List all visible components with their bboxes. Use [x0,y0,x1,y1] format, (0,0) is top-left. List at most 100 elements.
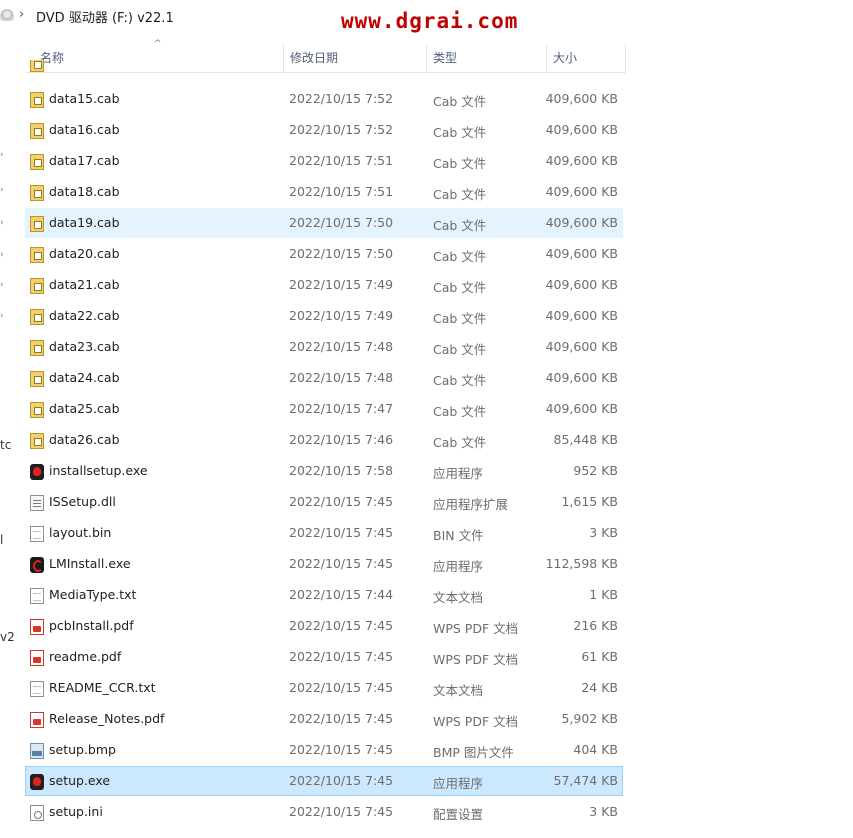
file-modified-date: 2022/10/15 7:51 [289,153,394,168]
file-modified-date: 2022/10/15 7:48 [289,339,394,354]
table-row[interactable]: README_CCR.txt 2022/10/15 7:45 文本文档 24 KB [25,673,623,703]
cab-file-icon [30,185,44,201]
file-name: data18.cab [49,184,120,199]
file-modified-date: 2022/10/15 7:45 [289,680,394,695]
pdf-file-icon [30,619,44,635]
file-name: LMInstall.exe [49,556,131,571]
file-size: 3 KB [589,525,618,540]
table-row[interactable]: data23.cab 2022/10/15 7:48 Cab 文件 409,600 K… [25,332,623,362]
file-size: 85,448 KB [553,432,618,447]
nav-expand-chevron-icon[interactable]: › [0,150,4,160]
file-type: Cab 文件 [433,94,487,109]
file-size: 61 KB [581,649,618,664]
nav-expand-chevron-icon[interactable]: › [0,185,4,195]
cab-file-icon [30,402,44,418]
table-row[interactable]: data25.cab 2022/10/15 7:47 Cab 文件 409,600 K… [25,394,623,424]
file-name: data25.cab [49,401,120,416]
table-row[interactable] [25,60,623,72]
file-size: 24 KB [581,680,618,695]
file-name: data21.cab [49,277,120,292]
file-name: setup.ini [49,804,103,819]
table-row[interactable]: data24.cab 2022/10/15 7:48 Cab 文件 409,600 K… [25,363,623,393]
cab-file-icon [30,433,44,449]
file-size: 409,600 KB [545,91,618,106]
table-row[interactable]: setup.bmp 2022/10/15 7:45 BMP 图片文件 404 KB [25,735,623,765]
file-size: 409,600 KB [545,401,618,416]
file-type: Cab 文件 [433,435,487,450]
file-modified-date: 2022/10/15 7:45 [289,556,394,571]
file-name: pcbInstall.pdf [49,618,134,633]
table-row[interactable]: Release_Notes.pdf 2022/10/15 7:45 WPS PDF … [25,704,623,734]
nav-expand-chevron-icon[interactable]: › [0,250,4,260]
file-type: BIN 文件 [433,528,484,543]
file-name: data15.cab [49,91,120,106]
file-list-partial-row [25,60,623,72]
nav-expand-chevron-icon[interactable]: › [0,280,4,290]
dll-file-icon [30,495,44,511]
cab-file-icon [30,154,44,170]
nav-expand-chevron-icon[interactable]: › [0,311,4,321]
table-row[interactable]: layout.bin 2022/10/15 7:45 BIN 文件 3 KB [25,518,623,548]
file-modified-date: 2022/10/15 7:45 [289,494,394,509]
table-row[interactable]: data19.cab 2022/10/15 7:50 Cab 文件 409,600 K… [25,208,623,238]
table-row[interactable]: MediaType.txt 2022/10/15 7:44 文本文档 1 KB [25,580,623,610]
table-row[interactable]: setup.ini 2022/10/15 7:45 配置设置 3 KB [25,797,623,827]
file-modified-date: 2022/10/15 7:45 [289,804,394,819]
file-name: setup.bmp [49,742,116,757]
file-name: readme.pdf [49,649,122,664]
table-row[interactable]: data15.cab 2022/10/15 7:52 Cab 文件 409,600 K… [25,84,623,114]
chevron-right-icon[interactable]: › [19,7,24,22]
nav-item-fragment[interactable]: l [0,533,3,547]
table-row[interactable]: data18.cab 2022/10/15 7:51 Cab 文件 409,600 K… [25,177,623,207]
table-row[interactable]: LMInstall.exe 2022/10/15 7:45 应用程序 112,598 … [25,549,623,579]
file-size: 409,600 KB [545,339,618,354]
nav-item-fragment[interactable]: v2 [0,630,15,644]
table-row[interactable]: setup.exe 2022/10/15 7:45 应用程序 57,474 KB [25,766,623,796]
file-size: 404 KB [573,742,618,757]
file-modified-date: 2022/10/15 7:47 [289,401,394,416]
file-modified-date: 2022/10/15 7:45 [289,711,394,726]
bmp-image-icon [30,743,44,759]
file-modified-date: 2022/10/15 7:45 [289,649,394,664]
table-row[interactable]: data22.cab 2022/10/15 7:49 Cab 文件 409,600 K… [25,301,623,331]
table-row[interactable]: data26.cab 2022/10/15 7:46 Cab 文件 85,448 KB [25,425,623,455]
file-modified-date: 2022/10/15 7:49 [289,308,394,323]
file-size: 57,474 KB [553,773,618,788]
table-row[interactable]: pcbInstall.pdf 2022/10/15 7:45 WPS PDF 文档 2… [25,611,623,641]
file-modified-date: 2022/10/15 7:52 [289,122,394,137]
dvd-drive-icon [0,9,14,21]
file-modified-date: 2022/10/15 7:45 [289,525,394,540]
file-size: 216 KB [573,618,618,633]
address-bar[interactable]: › DVD 驱动器 (F:) v22.1 www.dgrai.com [0,0,853,36]
file-name: data23.cab [49,339,120,354]
file-type: Cab 文件 [433,125,487,140]
file-type: Cab 文件 [433,404,487,419]
table-row[interactable]: data20.cab 2022/10/15 7:50 Cab 文件 409,600 K… [25,239,623,269]
exe-app-icon [30,464,44,480]
file-size: 1,615 KB [561,494,618,509]
file-type: 应用程序扩展 [433,497,509,512]
file-type: 应用程序 [433,466,484,481]
table-row[interactable]: data16.cab 2022/10/15 7:52 Cab 文件 409,600 K… [25,115,623,145]
breadcrumb[interactable]: DVD 驱动器 (F:) v22.1 [36,7,174,26]
file-size: 952 KB [573,463,618,478]
table-row[interactable]: readme.pdf 2022/10/15 7:45 WPS PDF 文档 61 KB [25,642,623,672]
table-row[interactable]: data21.cab 2022/10/15 7:49 Cab 文件 409,600 K… [25,270,623,300]
file-name: setup.exe [49,773,111,788]
table-row[interactable]: ISSetup.dll 2022/10/15 7:45 应用程序扩展 1,615 KB [25,487,623,517]
file-type: BMP 图片文件 [433,745,514,760]
table-row[interactable]: installsetup.exe 2022/10/15 7:58 应用程序 952 K… [25,456,623,486]
file-type: Cab 文件 [433,249,487,264]
nav-item-fragment[interactable]: tc [0,438,11,452]
cab-file-icon [30,60,44,72]
table-row[interactable]: data17.cab 2022/10/15 7:51 Cab 文件 409,600 K… [25,146,623,176]
file-type: Cab 文件 [433,156,487,171]
file-size: 409,600 KB [545,184,618,199]
file-size: 409,600 KB [545,153,618,168]
file-name: MediaType.txt [49,587,137,602]
lm-app-icon [30,557,44,573]
nav-expand-chevron-icon[interactable]: › [0,218,4,228]
pdf-file-icon [30,712,44,728]
cab-file-icon [30,247,44,263]
file-size: 112,598 KB [545,556,618,571]
